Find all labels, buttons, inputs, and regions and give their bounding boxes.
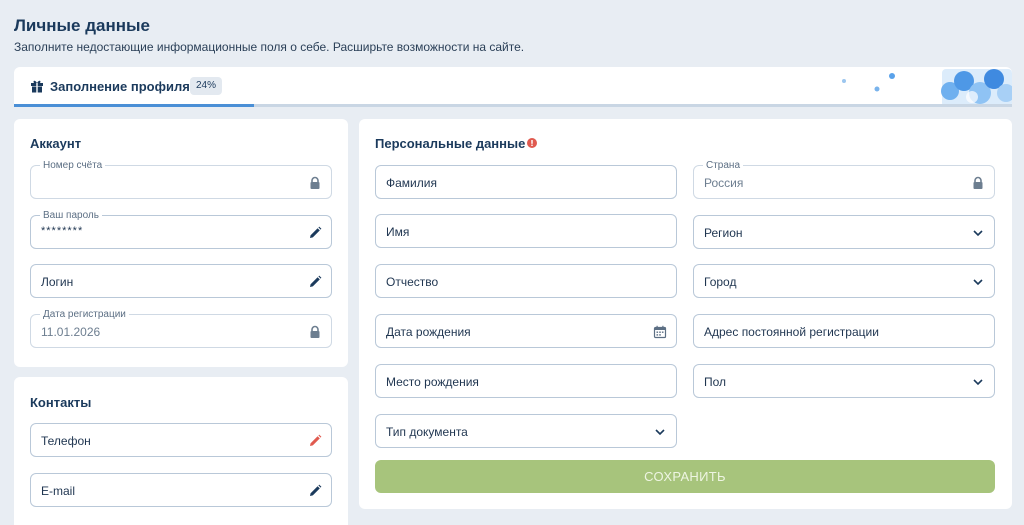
chevron-down-icon [973,379,983,386]
calendar-icon[interactable] [653,325,667,339]
birth-place-placeholder: Место рождения [386,375,479,389]
name-placeholder: Имя [386,225,410,239]
registration-date-legend: Дата регистрации [40,309,129,320]
account-number-field[interactable]: Номер счёта [30,160,332,199]
save-button[interactable]: СОХРАНИТЬ [375,460,995,493]
document-type-select[interactable]: Тип документа [375,414,677,448]
address-field[interactable]: Адрес постоянной регистрации [693,314,995,348]
personal-data-title: Персональные данные [375,136,526,151]
chevron-down-icon [973,279,983,286]
login-field[interactable]: Логин [30,264,332,298]
birth-date-field[interactable]: Дата рождения [375,314,677,348]
patronymic-placeholder: Отчество [386,275,439,289]
surname-field[interactable]: Фамилия [375,165,677,199]
account-number-legend: Номер счёта [40,160,106,171]
surname-placeholder: Фамилия [386,176,437,190]
region-select[interactable]: Регион [693,215,995,249]
gender-select[interactable]: Пол [693,364,995,398]
lock-icon [310,176,320,189]
pencil-icon[interactable] [308,484,322,498]
region-placeholder: Регион [704,226,743,240]
gender-placeholder: Пол [704,375,727,389]
account-card: Аккаунт Номер счёта Ваш пароль ******** … [14,119,348,367]
email-placeholder: E-mail [41,484,76,498]
country-legend: Страна [703,160,744,171]
pencil-icon[interactable] [308,434,322,448]
address-placeholder: Адрес постоянной регистрации [704,325,879,339]
profile-progress-label: Заполнение профиля [50,79,190,94]
pencil-icon[interactable] [308,275,322,289]
page-subtitle: Заполните недостающие информационные пол… [14,40,525,54]
chevron-down-icon [655,429,665,436]
login-placeholder: Логин [41,275,74,289]
page-title: Личные данные [14,16,150,35]
profile-progress-card: Заполнение профиля 24% [14,67,1012,107]
pencil-icon[interactable] [308,226,322,240]
contacts-title: Контакты [30,395,92,410]
patronymic-field[interactable]: Отчество [375,264,677,298]
registration-date-value: 11.01.2026 [41,325,101,339]
account-title: Аккаунт [30,136,82,151]
name-field[interactable]: Имя [375,214,677,248]
gift-icon [31,80,43,93]
country-value: Россия [704,176,744,190]
birth-place-field[interactable]: Место рождения [375,364,677,398]
document-type-placeholder: Тип документа [386,425,468,439]
phone-placeholder: Телефон [41,434,91,448]
registration-date-field[interactable]: Дата регистрации 11.01.2026 [30,309,332,348]
contacts-card: Контакты Телефон E-mail [14,377,348,525]
password-legend: Ваш пароль [40,210,102,221]
city-placeholder: Город [704,275,737,289]
profile-progress-fill [14,104,254,107]
profile-progress-percent: 24% [190,77,223,95]
birth-date-placeholder: Дата рождения [386,325,471,339]
exclamation-icon [527,138,537,148]
chevron-down-icon [973,230,983,237]
lock-icon [973,176,983,189]
password-field[interactable]: Ваш пароль ******** [30,210,332,249]
lock-icon [310,325,320,338]
country-field[interactable]: Страна Россия [693,160,995,199]
password-value: ******** [41,225,84,237]
email-field[interactable]: E-mail [30,473,332,507]
phone-field[interactable]: Телефон [30,423,332,457]
city-select[interactable]: Город [693,264,995,298]
decorative-cubes-image [842,69,1012,107]
